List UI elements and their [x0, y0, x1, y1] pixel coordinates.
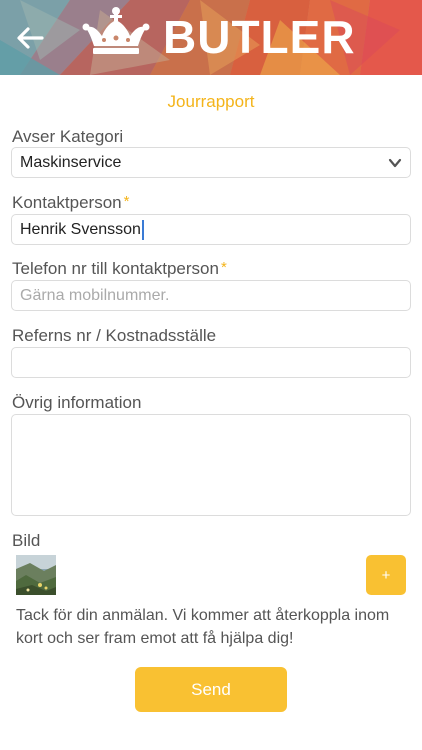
- contact-value: Henrik Svensson: [20, 220, 141, 238]
- image-thumbnail[interactable]: [16, 555, 56, 595]
- thanks-message: Tack för din anmälan. Vi kommer att åter…: [16, 607, 390, 647]
- reference-label: Referns nr / Kostnadsställe: [12, 326, 217, 345]
- send-button[interactable]: Send: [135, 667, 287, 712]
- required-mark: *: [220, 259, 227, 276]
- contact-input[interactable]: Henrik Svensson: [11, 214, 411, 245]
- text-cursor: [141, 219, 144, 240]
- phone-input[interactable]: Gärna mobilnummer.: [11, 280, 411, 311]
- category-value: Maskinservice: [20, 153, 122, 171]
- phone-label: Telefon nr till kontaktperson *: [12, 259, 227, 279]
- required-mark: *: [123, 193, 130, 210]
- crown-icon: [82, 7, 150, 54]
- other-info-textarea[interactable]: [11, 414, 411, 516]
- page-title: Jourrapport: [167, 92, 255, 111]
- contact-label: Kontaktperson *: [12, 193, 129, 213]
- contact-label-text: Kontaktperson: [12, 193, 122, 212]
- category-select[interactable]: Maskinservice: [11, 147, 411, 178]
- image-label: Bild: [12, 531, 41, 550]
- add-image-button[interactable]: +: [366, 555, 406, 595]
- other-info-label: Övrig information: [12, 393, 142, 412]
- category-label: Avser Kategori: [12, 127, 124, 146]
- photo-thumbnail-image: [16, 555, 56, 595]
- app-header: BUTLER: [0, 0, 422, 75]
- logo-text: BUTLER: [163, 11, 356, 63]
- reference-input[interactable]: [11, 347, 411, 378]
- back-button[interactable]: [10, 18, 50, 58]
- chevron-down-icon: [388, 158, 402, 168]
- arrow-left-icon: [17, 27, 44, 49]
- phone-placeholder: Gärna mobilnummer.: [20, 286, 170, 304]
- phone-label-text: Telefon nr till kontaktperson: [12, 259, 219, 278]
